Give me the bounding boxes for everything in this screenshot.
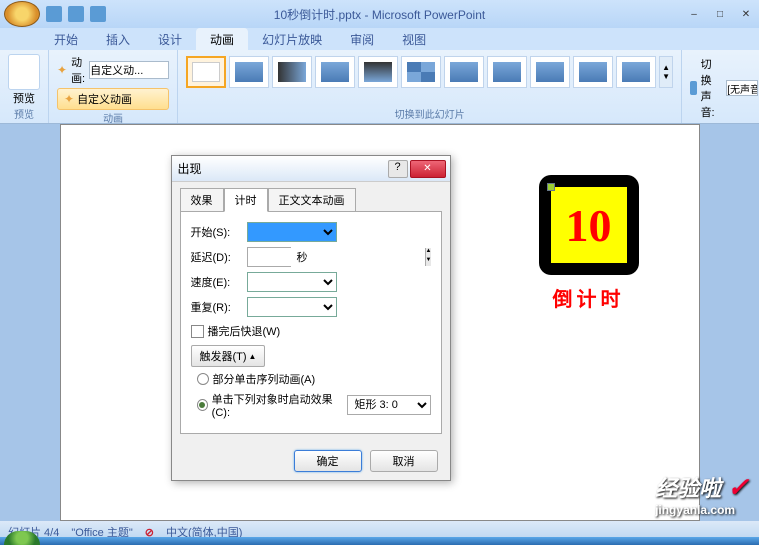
delay-input[interactable]	[248, 248, 425, 266]
radio-click-object[interactable]	[197, 399, 208, 411]
minimize-button[interactable]: –	[681, 5, 707, 23]
outer-box: 10	[539, 175, 639, 275]
save-icon[interactable]	[46, 6, 62, 22]
sound-icon	[690, 81, 696, 95]
group-label-animation: 动画	[57, 110, 169, 125]
spin-down[interactable]: ▼	[425, 257, 432, 266]
trigger-object-select[interactable]: 矩形 3: 0	[347, 395, 430, 415]
animation-label: 动画:	[71, 54, 85, 86]
delay-label: 延迟(D):	[191, 249, 241, 265]
transition-thumb[interactable]	[229, 56, 269, 88]
close-button[interactable]: ✕	[733, 5, 759, 23]
quick-access-toolbar	[46, 6, 106, 22]
transition-thumb[interactable]	[401, 56, 441, 88]
tab-view[interactable]: 视图	[388, 28, 440, 50]
radio-sequence-label: 部分单击序列动画(A)	[213, 371, 316, 387]
titlebar: 10秒倒计时.pptx - Microsoft PowerPoint – □ ✕	[0, 0, 759, 28]
transition-thumb[interactable]	[487, 56, 527, 88]
transition-thumb[interactable]	[315, 56, 355, 88]
dialog-title: 出现	[178, 160, 202, 177]
selection-handle[interactable]	[547, 183, 555, 191]
dialog-help-button[interactable]: ?	[388, 160, 408, 178]
tab-review[interactable]: 审阅	[336, 28, 388, 50]
transition-group: ▲▼ 切换到此幻灯片	[178, 50, 682, 123]
custom-anim-label: 自定义动画	[77, 91, 132, 107]
dialog-tabs: 效果 计时 正文文本动画	[172, 182, 450, 212]
speed-label: 速度(E):	[191, 274, 241, 290]
spin-up[interactable]: ▲	[425, 248, 432, 257]
delay-unit: 秒	[297, 249, 308, 265]
star-icon: ✦	[57, 63, 67, 77]
dialog-titlebar[interactable]: 出现 ? ✕	[172, 156, 450, 182]
countdown-number: 10	[566, 199, 612, 252]
collapse-icon: ▲	[249, 352, 257, 361]
start-label: 开始(S):	[191, 224, 241, 240]
group-label-transition: 切换到此幻灯片	[186, 106, 673, 121]
transition-thumb[interactable]	[444, 56, 484, 88]
rewind-label: 播完后快退(W)	[208, 323, 281, 339]
sound-label: 切换声音:	[701, 56, 723, 120]
watermark: 经验啦 ✓ jingyanla.com	[655, 471, 749, 517]
ok-button[interactable]: 确定	[294, 450, 362, 472]
cancel-button[interactable]: 取消	[370, 450, 438, 472]
repeat-select[interactable]	[247, 297, 337, 317]
rewind-checkbox[interactable]	[191, 325, 204, 338]
repeat-label: 重复(R):	[191, 299, 241, 315]
transition-gallery: ▲▼	[186, 54, 673, 88]
radio-sequence[interactable]	[197, 373, 209, 385]
window-title: 10秒倒计时.pptx - Microsoft PowerPoint	[274, 6, 485, 23]
transition-more[interactable]: ▲▼	[659, 56, 673, 88]
check-icon: ✓	[727, 472, 749, 502]
preview-group: 预览 预览	[0, 50, 49, 123]
countdown-label: 倒计时	[539, 283, 639, 312]
redo-icon[interactable]	[90, 6, 106, 22]
dialog-buttons: 确定 取消	[172, 442, 450, 480]
preview-label: 预览	[8, 90, 40, 106]
speed-select[interactable]	[247, 272, 337, 292]
tab-design[interactable]: 设计	[144, 28, 196, 50]
timing-dialog: 出现 ? ✕ 效果 计时 正文文本动画 开始(S): 延迟(D): ▲▼	[171, 155, 451, 481]
ribbon: 预览 预览 ✦ 动画: ✦ 自定义动画 动画 ▲▼ 切换到此幻灯	[0, 50, 759, 124]
transition-settings: 切换声音: 切换速度: 全部应用	[682, 50, 759, 123]
trigger-label: 触发器(T)	[200, 348, 247, 364]
transition-thumb[interactable]	[272, 56, 312, 88]
radio-click-label: 单击下列对象时启动效果(C):	[212, 391, 340, 419]
sound-select[interactable]	[726, 80, 758, 96]
dialog-body: 开始(S): 延迟(D): ▲▼ 秒 速度(E): 重复(R):	[180, 211, 442, 434]
trigger-button[interactable]: 触发器(T) ▲	[191, 345, 266, 367]
inner-box: 10	[551, 187, 627, 263]
transition-thumb[interactable]	[573, 56, 613, 88]
ribbon-tabs: 开始 插入 设计 动画 幻灯片放映 审阅 视图	[0, 28, 759, 50]
transition-thumb[interactable]	[358, 56, 398, 88]
undo-icon[interactable]	[68, 6, 84, 22]
transition-thumb[interactable]	[530, 56, 570, 88]
dialog-close-button[interactable]: ✕	[410, 160, 446, 178]
tab-timing[interactable]: 计时	[224, 188, 268, 212]
taskbar[interactable]	[0, 537, 759, 545]
tab-effect[interactable]: 效果	[180, 188, 224, 212]
group-label-preview: 预览	[8, 106, 40, 121]
delay-spinner[interactable]: ▲▼	[247, 247, 291, 267]
custom-animation-button[interactable]: ✦ 自定义动画	[57, 88, 169, 110]
office-button[interactable]	[4, 1, 40, 27]
star-icon: ✦	[64, 92, 74, 106]
tab-insert[interactable]: 插入	[92, 28, 144, 50]
tab-text-animation[interactable]: 正文文本动画	[268, 188, 356, 212]
tab-home[interactable]: 开始	[40, 28, 92, 50]
workspace: 10 倒计时 出现 ? ✕ 效果 计时 正文文本动画 开始(S):	[0, 124, 759, 521]
slide-canvas[interactable]: 10 倒计时 出现 ? ✕ 效果 计时 正文文本动画 开始(S):	[60, 124, 700, 521]
start-select[interactable]	[247, 222, 337, 242]
maximize-button[interactable]: □	[707, 5, 733, 23]
animation-select[interactable]	[89, 61, 169, 79]
countdown-shape[interactable]: 10 倒计时	[539, 175, 639, 312]
tab-slideshow[interactable]: 幻灯片放映	[248, 28, 336, 50]
animation-group: ✦ 动画: ✦ 自定义动画 动画	[49, 50, 178, 123]
preview-button[interactable]	[8, 54, 40, 90]
tab-animations[interactable]: 动画	[196, 28, 248, 50]
transition-none[interactable]	[186, 56, 226, 88]
transition-thumb[interactable]	[616, 56, 656, 88]
